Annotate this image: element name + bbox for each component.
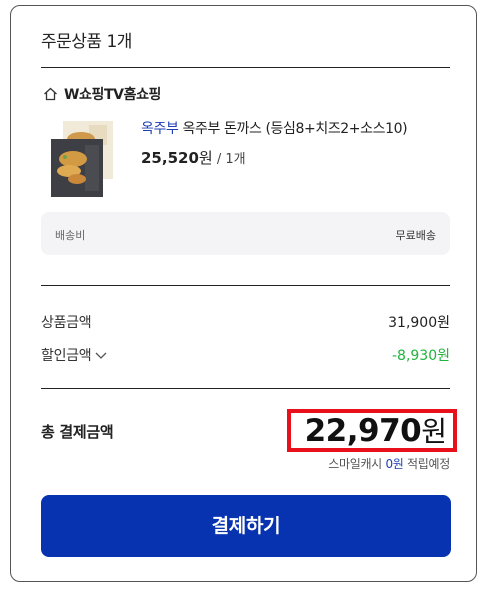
divider: [41, 67, 450, 68]
reward-suffix: 적립예정: [403, 457, 450, 471]
product-title[interactable]: 옥주부 돈까스 (등심8+치즈2+소스10): [178, 121, 408, 137]
discount-label[interactable]: 할인금액: [41, 345, 92, 365]
shipping-fee-box: 배송비 무료배송: [41, 212, 450, 255]
product-name[interactable]: 옥주부 옥주부 돈까스 (등심8+치즈2+소스10): [141, 118, 408, 138]
chevron-down-icon[interactable]: [94, 350, 108, 360]
total-payment-label: 총 결제금액: [41, 423, 114, 441]
store-name: W쇼핑TV홈쇼핑: [43, 84, 161, 104]
divider: [41, 388, 450, 389]
reward-prefix: 스마일캐시: [328, 457, 386, 471]
order-summary-card: 주문상품 1개 W쇼핑TV홈쇼핑 옥주부 옥주부 돈까스 (등심8+치즈2+소스…: [10, 5, 477, 582]
discount-value: -8,930원: [391, 348, 450, 364]
divider: [41, 285, 450, 286]
product-thumbnail[interactable]: [49, 119, 119, 199]
total-payment-unit: 원: [421, 415, 447, 448]
product-brand[interactable]: 옥주부: [141, 121, 179, 137]
product-amount-label: 상품금액: [41, 315, 92, 331]
home-icon: [44, 87, 57, 101]
discount-toggle[interactable]: 할인금액: [41, 345, 108, 365]
total-payment-amount: 22,970: [304, 413, 422, 449]
total-payment-highlight: 22,970원: [287, 409, 457, 452]
product-price: 25,520원 / 1개: [141, 147, 246, 168]
order-items-title: 주문상품 1개: [41, 32, 132, 52]
product-price-unit: 원: [198, 149, 213, 167]
product-price-value: 25,520: [141, 149, 199, 167]
reward-note: 스마일캐시 0원 적립예정: [328, 455, 450, 472]
pay-button[interactable]: 결제하기: [41, 495, 451, 557]
shipping-fee-label: 배송비: [55, 229, 86, 242]
reward-points: 0원: [385, 457, 404, 471]
store-name-label: W쇼핑TV홈쇼핑: [64, 87, 162, 103]
product-amount-value: 31,900원: [388, 315, 450, 331]
product-quantity: / 1개: [212, 152, 246, 167]
shipping-fee-value: 무료배송: [395, 229, 436, 242]
